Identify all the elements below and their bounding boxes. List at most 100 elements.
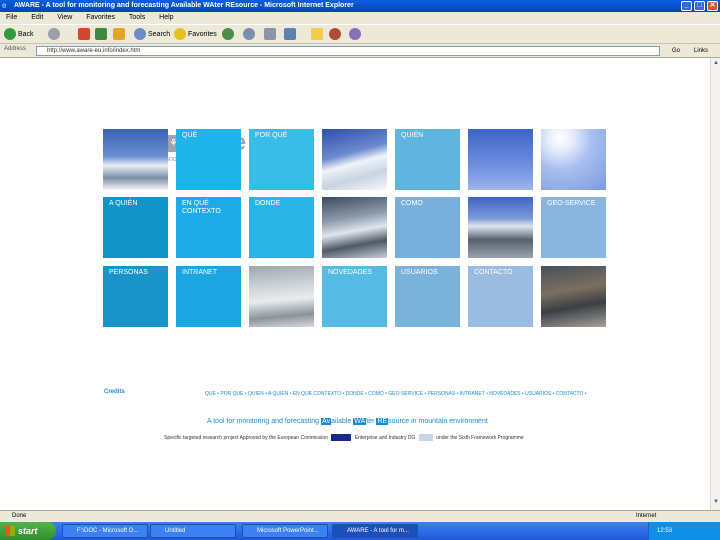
tile-label: QUÉ [182, 132, 198, 139]
tile-personas[interactable]: PERSONAS [103, 266, 168, 327]
site-nav-links[interactable]: QUÉ • POR QUÉ • QUIÉN • A QUIÉN • EN QUÉ… [205, 391, 605, 397]
scroll-up-icon[interactable]: ▲ [712, 60, 720, 69]
tile-label: COMO [401, 200, 423, 207]
windows-logo-icon [5, 526, 15, 536]
task-doc[interactable]: F:\DOC - Microsoft O... [62, 524, 148, 538]
menu-file[interactable]: File [6, 14, 17, 21]
tile-geo-service[interactable]: GEO-SERVICE [541, 197, 606, 258]
taskbar: start F:\DOC - Microsoft O... Untitled M… [0, 522, 720, 540]
tile-label: CONTACTO [474, 269, 513, 276]
back-arrow-icon [4, 28, 16, 41]
messenger-button[interactable] [329, 28, 343, 42]
tile-label: DONDE [255, 200, 281, 207]
media-button[interactable] [222, 28, 236, 42]
forward-button[interactable] [48, 28, 62, 42]
tile-label: EN QUÉ CONTEXTO [182, 200, 221, 215]
tile-label: INTRANET [182, 269, 217, 276]
favorites-button[interactable]: Favorites [174, 28, 217, 42]
tile-photo-mountain [103, 129, 168, 190]
media-icon [222, 28, 234, 41]
research-button[interactable] [349, 28, 363, 42]
mail-icon [243, 28, 255, 41]
eu-flag-icon [331, 434, 352, 441]
stop-button[interactable] [78, 28, 92, 42]
menu-help[interactable]: Help [159, 14, 173, 21]
status-text: Done [12, 513, 27, 519]
tile-photo-ice [249, 266, 314, 327]
scroll-down-icon[interactable]: ▼ [712, 499, 720, 508]
task-powerpoint[interactable]: Microsoft PowerPoint... [242, 524, 328, 538]
project-description: A tool for monitoring and forecasting Av… [207, 418, 488, 425]
system-tray: 12:53 [648, 522, 720, 540]
tile-por-qué[interactable]: POR QUÉ [249, 129, 314, 190]
task-untitled[interactable]: Untitled [150, 524, 236, 538]
menu-favorites[interactable]: Favorites [86, 14, 115, 21]
search-icon [134, 28, 146, 41]
address-bar: Address http://www.aware-eu.info/index.h… [0, 44, 720, 58]
tile-contacto[interactable]: CONTACTO [468, 266, 533, 327]
window-titlebar[interactable]: e AWARE - A tool for monitoring and fore… [0, 0, 720, 12]
minimize-button[interactable]: _ [681, 1, 692, 11]
ie-icon: e [2, 1, 7, 10]
start-button[interactable]: start [0, 522, 56, 540]
home-icon [113, 28, 125, 41]
maximize-button[interactable]: □ [694, 1, 705, 11]
window-title: AWARE - A tool for monitoring and foreca… [14, 2, 354, 9]
star-icon [174, 28, 186, 41]
browser-toolbar: Back Search Favorites [0, 24, 720, 44]
tile-label: GEO-SERVICE [547, 200, 596, 207]
tile-intranet[interactable]: INTRANET [176, 266, 241, 327]
folder-button[interactable] [311, 28, 325, 42]
page-content: ↗ ❄ ≈ ⚘ aware imaging water from snow QU… [0, 58, 710, 510]
tile-label: USUARIOS [401, 269, 438, 276]
research-icon [349, 28, 361, 41]
close-button[interactable]: ✕ [707, 1, 718, 11]
home-button[interactable] [113, 28, 127, 42]
security-zone: Internet [636, 513, 657, 519]
tile-label: A QUIÉN [109, 200, 138, 207]
tile-label: NOVEDADES [328, 269, 372, 276]
refresh-button[interactable] [95, 28, 109, 42]
links-button[interactable]: Links [694, 46, 708, 56]
tile-a-quién[interactable]: A QUIÉN [103, 197, 168, 258]
menu-edit[interactable]: Edit [31, 14, 43, 21]
forward-arrow-icon [48, 28, 60, 41]
print-button[interactable] [264, 28, 278, 42]
messenger-icon [329, 28, 341, 41]
task-aware[interactable]: AWARE - A tool for m... [332, 524, 418, 538]
go-button[interactable]: Go [672, 46, 680, 56]
mail-button[interactable] [243, 28, 257, 42]
address-input[interactable]: http://www.aware-eu.info/index.htm [36, 46, 660, 56]
tile-photo-peaks [468, 197, 533, 258]
funding-note: Specific targeted research project Appro… [164, 434, 524, 441]
clock[interactable]: 12:53 [657, 528, 672, 534]
tile-photo-sky [468, 129, 533, 190]
address-label: Address [4, 46, 27, 52]
tile-donde[interactable]: DONDE [249, 197, 314, 258]
menu-tools[interactable]: Tools [129, 14, 145, 21]
print-icon [264, 28, 276, 41]
stop-icon [78, 28, 90, 41]
enterprise-logo-icon [418, 434, 433, 441]
tile-photo-glacier [322, 197, 387, 258]
credits-link[interactable]: Credits [104, 389, 125, 395]
tile-photo-slope [541, 266, 606, 327]
status-bar: Done Internet [0, 510, 720, 522]
tile-qué[interactable]: QUÉ [176, 129, 241, 190]
search-button[interactable]: Search [134, 28, 170, 42]
menu-bar: File Edit View Favorites Tools Help [0, 12, 720, 24]
menu-view[interactable]: View [57, 14, 72, 21]
tile-label: POR QUÉ [255, 132, 288, 139]
tile-label: PERSONAS [109, 269, 148, 276]
tile-usuarios[interactable]: USUARIOS [395, 266, 460, 327]
edit-button[interactable] [284, 28, 298, 42]
tile-en-qué-contexto[interactable]: EN QUÉ CONTEXTO [176, 197, 241, 258]
vertical-scrollbar[interactable]: ▲ ▼ [710, 58, 720, 510]
tile-novedades[interactable]: NOVEDADES [322, 266, 387, 327]
back-button[interactable]: Back [4, 28, 34, 42]
refresh-icon [95, 28, 107, 41]
edit-icon [284, 28, 296, 41]
tile-quién[interactable]: QUIÉN [395, 129, 460, 190]
tile-photo-sun [541, 129, 606, 190]
tile-como[interactable]: COMO [395, 197, 460, 258]
